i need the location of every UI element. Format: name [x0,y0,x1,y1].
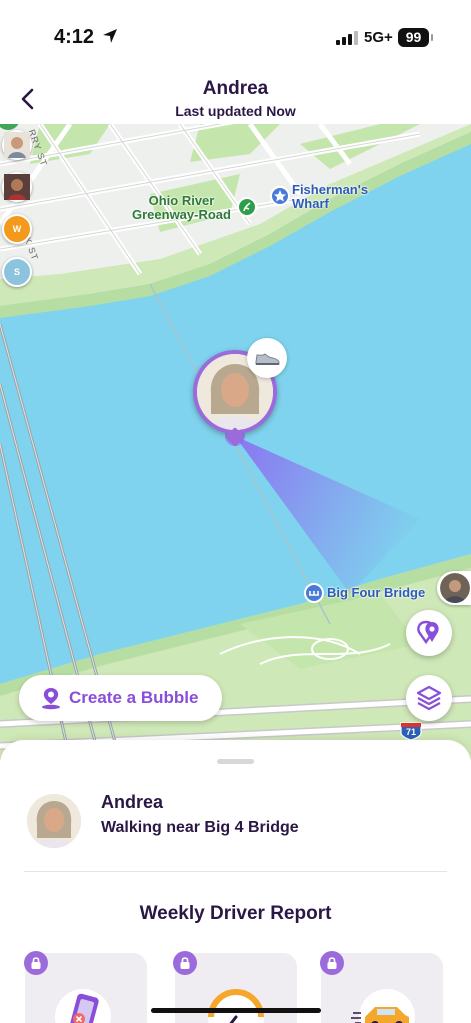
signal-icon [336,31,358,45]
layers-icon [416,685,442,711]
map-layers-button[interactable] [406,675,452,721]
park-label-text: Ohio River Greenway-Road [132,193,231,222]
create-bubble-button[interactable]: Create a Bubble [19,675,222,721]
sheet-grabber[interactable] [217,759,254,764]
highway-number: 71 [405,727,416,737]
lock-icon [320,951,344,975]
side-avatar-initial: W [12,224,22,234]
header: Andrea Last updated Now [0,76,471,124]
status-time: 4:12 [54,26,95,48]
side-avatar-initial: S [13,267,20,277]
lock-icon [24,951,48,975]
park-label: Ohio River Greenway-Road [132,194,231,222]
park-icon [237,197,257,217]
divider [24,871,447,872]
highway-shield-icon: 71 [399,721,423,741]
car-icon [351,989,415,1023]
places-pin-icon [417,620,439,645]
star-poi-icon [270,186,290,206]
create-bubble-label: Create a Bubble [69,688,199,707]
side-avatar[interactable]: W [2,214,32,244]
bubble-person-icon [42,688,60,710]
edge-member-avatar[interactable] [437,571,471,605]
bridge-poi-icon [304,583,324,603]
weekly-report-title: Weekly Driver Report [139,903,332,924]
lock-icon [173,951,197,975]
member-avatar[interactable] [27,794,81,848]
side-avatar[interactable] [2,130,32,160]
location-arrow-icon [103,29,117,43]
member-name: Andrea [101,792,164,812]
last-updated: Last updated Now [175,103,296,119]
bottom-sheet[interactable]: Andrea Walking near Big 4 Bridge Weekly … [0,740,471,1023]
battery-tip [431,34,433,41]
page-title: Andrea [202,78,269,99]
speedometer-icon [208,989,264,1023]
phone-usage-icon [55,989,111,1023]
member-status: Walking near Big 4 Bridge [101,819,299,836]
side-avatar[interactable]: S [2,257,32,287]
side-avatar[interactable] [2,172,32,202]
walking-shoe-icon [247,338,287,378]
network-type: 5G+ [364,29,393,46]
status-bar: 4:12 5G+ 99 [0,0,471,76]
home-indicator[interactable] [151,1008,321,1013]
wharf-label: Fisherman's Wharf [292,182,369,211]
places-button[interactable] [406,610,452,656]
battery-icon: 99 [398,28,429,47]
map-view[interactable]: Ohio River Greenway-Road Fisherman's Wha… [0,124,471,760]
bridge-label: Big Four Bridge [327,585,426,600]
